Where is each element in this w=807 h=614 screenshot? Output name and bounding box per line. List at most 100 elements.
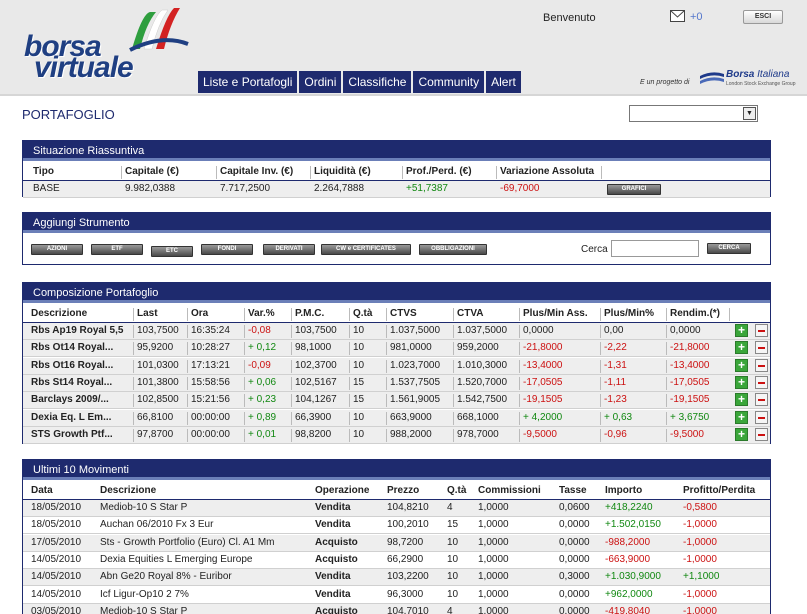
- column-separator: [386, 428, 387, 442]
- column-separator: [453, 308, 454, 321]
- movements-cell: 03/05/2010: [31, 605, 82, 614]
- composition-cell: 10: [353, 342, 365, 354]
- tab-community[interactable]: Community: [413, 71, 485, 93]
- column-separator: [291, 325, 292, 338]
- composition-cell: 988,2000: [390, 428, 432, 440]
- movements-cell: 10: [447, 553, 459, 565]
- movements-row: 14/05/2010 Dexia Equities L Emerging Euro…: [23, 552, 770, 569]
- tab-liste-portafogli[interactable]: Liste e Portafogli: [198, 71, 298, 93]
- instrument-name[interactable]: Dexia Eq. L Em...: [31, 412, 133, 423]
- column-separator: [349, 428, 350, 442]
- movements-row: 18/05/2010 Mediob-10 S Star P Vendita 104,8…: [23, 500, 770, 517]
- plus-icon[interactable]: +: [735, 393, 748, 407]
- chevron-down-icon[interactable]: ▼: [743, 107, 756, 120]
- movements-cell: +418,2240: [605, 502, 653, 513]
- column-separator: [386, 308, 387, 321]
- minus-icon[interactable]: [755, 341, 768, 355]
- column-separator: [244, 411, 245, 425]
- movements-cell: +1.030,9000: [605, 571, 661, 583]
- minus-icon[interactable]: [755, 427, 768, 441]
- instrument-name[interactable]: Rbs Ot16 Royal...: [31, 360, 133, 371]
- column-separator: [291, 428, 292, 442]
- composition-cell: -9,5000: [523, 428, 557, 440]
- partner-name-light: Italiana: [757, 69, 790, 80]
- filter-button-cw-certificates[interactable]: CW e CERTIFICATES: [321, 244, 411, 255]
- column-separator: [133, 411, 134, 425]
- movements-cell: Vendita: [315, 519, 351, 531]
- minus-icon[interactable]: [755, 324, 768, 337]
- filter-button-etc[interactable]: ETC: [151, 246, 193, 257]
- tab-alert[interactable]: Alert: [486, 71, 521, 93]
- composition-cell: 97,8700: [137, 428, 174, 440]
- movements-cell: Mediob-10 S Star P: [100, 605, 188, 614]
- composition-cell: 104,1267: [295, 394, 337, 406]
- column-separator: [187, 394, 188, 408]
- instrument-name[interactable]: Rbs St14 Royal...: [31, 377, 133, 388]
- composition-cell: 102,5167: [295, 376, 337, 388]
- composition-cell: -21,8000: [523, 342, 563, 354]
- instrument-name[interactable]: STS Growth Ptf...: [31, 429, 133, 440]
- composition-col-header: Plus/Min Ass.: [523, 308, 588, 319]
- filter-button-azioni[interactable]: AZIONI: [31, 244, 83, 255]
- instrument-name[interactable]: Barclays 2009/...: [31, 394, 133, 405]
- column-separator: [349, 342, 350, 356]
- plus-icon[interactable]: +: [735, 358, 748, 372]
- mail-count[interactable]: +0: [690, 11, 703, 23]
- column-separator: [133, 376, 134, 390]
- column-separator: [187, 308, 188, 321]
- movements-cell: 104,8210: [387, 502, 429, 513]
- summary-col-header: Liquidità (€): [314, 166, 371, 177]
- search-button[interactable]: CERCA: [707, 243, 751, 254]
- movements-cell: 1,0000: [478, 605, 509, 614]
- movements-col-header: Profitto/Perdita: [683, 485, 756, 496]
- minus-icon[interactable]: [755, 375, 768, 389]
- logo[interactable]: borsa virtuale: [22, 4, 192, 84]
- movements-cell: 4: [447, 502, 453, 513]
- movements-col-header: Prezzo: [387, 485, 420, 496]
- filter-button-etf[interactable]: ETF: [91, 244, 143, 255]
- search-input[interactable]: [611, 240, 699, 257]
- column-separator: [216, 166, 217, 179]
- mail-icon[interactable]: [670, 10, 685, 22]
- column-separator: [133, 359, 134, 373]
- minus-icon[interactable]: [755, 358, 768, 372]
- instrument-name[interactable]: Rbs Ot14 Royal...: [31, 342, 133, 353]
- movements-header-row: Data Descrizione Operazione Prezzo Q.tà Commi…: [23, 483, 770, 500]
- plus-icon[interactable]: +: [735, 375, 748, 389]
- movements-cell: Vendita: [315, 502, 351, 513]
- column-separator: [187, 342, 188, 356]
- filter-button-derivati[interactable]: DERIVATI: [263, 244, 315, 255]
- logout-button[interactable]: ESCI: [743, 10, 783, 24]
- grafici-button[interactable]: GRAFICI: [607, 184, 661, 195]
- filter-button-fondi[interactable]: FONDI: [201, 244, 253, 255]
- portfolio-select[interactable]: ▼: [629, 105, 758, 122]
- column-separator: [386, 394, 387, 408]
- column-separator: [600, 394, 601, 408]
- tab-ordini[interactable]: Ordini: [299, 71, 342, 93]
- composition-cell: 0,0000: [670, 325, 701, 336]
- plus-icon[interactable]: +: [735, 427, 748, 441]
- logo-text-virtuale: virtuale: [34, 51, 134, 84]
- tab-classifiche[interactable]: Classifiche: [343, 71, 412, 93]
- composition-col-header: Ora: [191, 308, 209, 319]
- column-separator: [666, 325, 667, 338]
- column-separator: [453, 342, 454, 356]
- movements-cell: 15: [447, 519, 459, 531]
- partner-name-bold: Borsa: [726, 69, 755, 80]
- column-separator: [244, 308, 245, 321]
- composition-cell: 10: [353, 411, 365, 423]
- movements-cell: 14/05/2010: [31, 571, 82, 583]
- partner-subtext: London Stock Exchange Group: [726, 81, 796, 87]
- composition-cell: -21,8000: [670, 342, 710, 354]
- plus-icon[interactable]: +: [735, 324, 748, 337]
- filter-button-obbligazioni[interactable]: OBBLIGAZIONI: [419, 244, 487, 255]
- instrument-name[interactable]: Rbs Ap19 Royal 5,5: [31, 325, 133, 336]
- composition-cell: + 4,2000: [523, 411, 563, 423]
- column-separator: [310, 166, 311, 179]
- minus-icon[interactable]: [755, 410, 768, 424]
- movements-cell: 1,0000: [478, 553, 509, 565]
- minus-icon[interactable]: [755, 393, 768, 407]
- plus-icon[interactable]: +: [735, 410, 748, 424]
- composition-col-header: Plus/Min%: [604, 308, 655, 319]
- plus-icon[interactable]: +: [735, 341, 748, 355]
